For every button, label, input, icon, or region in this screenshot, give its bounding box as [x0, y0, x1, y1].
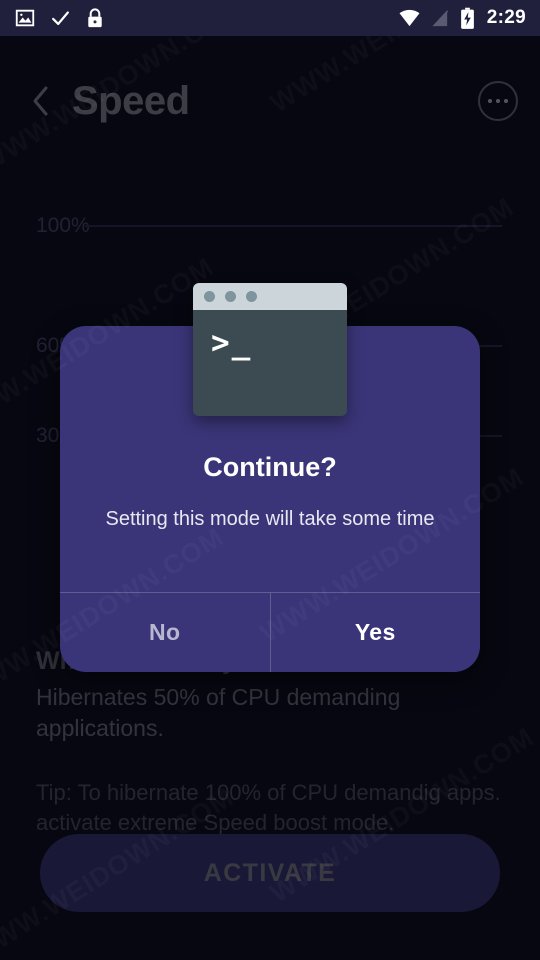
status-bar-left-icons — [14, 7, 105, 30]
terminal-titlebar — [193, 283, 347, 310]
image-icon — [15, 9, 35, 27]
terminal-dot-icon — [204, 291, 215, 302]
terminal-prompt-glyph: >_ — [211, 325, 253, 361]
wifi-icon — [399, 9, 420, 26]
dialog-title: Continue? — [203, 452, 337, 482]
dialog-message: Setting this mode will take some time — [105, 508, 435, 530]
dialog-yes-button[interactable]: Yes — [271, 593, 481, 672]
status-bar: 2:29 — [0, 0, 540, 36]
terminal-dot-icon — [246, 291, 257, 302]
status-bar-right-icons: 2:29 — [398, 7, 526, 30]
battery-charging-icon — [460, 7, 474, 29]
lock-icon — [88, 7, 102, 27]
no-sim-icon — [432, 9, 448, 27]
phone-screen: 100% 60% 30% What it does to your Androi… — [0, 0, 540, 960]
status-bar-clock: 2:29 — [486, 7, 526, 28]
check-icon — [52, 11, 69, 26]
terminal-body: >_ — [193, 310, 347, 416]
terminal-dot-icon — [225, 291, 236, 302]
terminal-icon: >_ — [193, 283, 347, 416]
dialog-no-button[interactable]: No — [60, 593, 270, 672]
dialog-actions: No Yes — [60, 593, 480, 672]
